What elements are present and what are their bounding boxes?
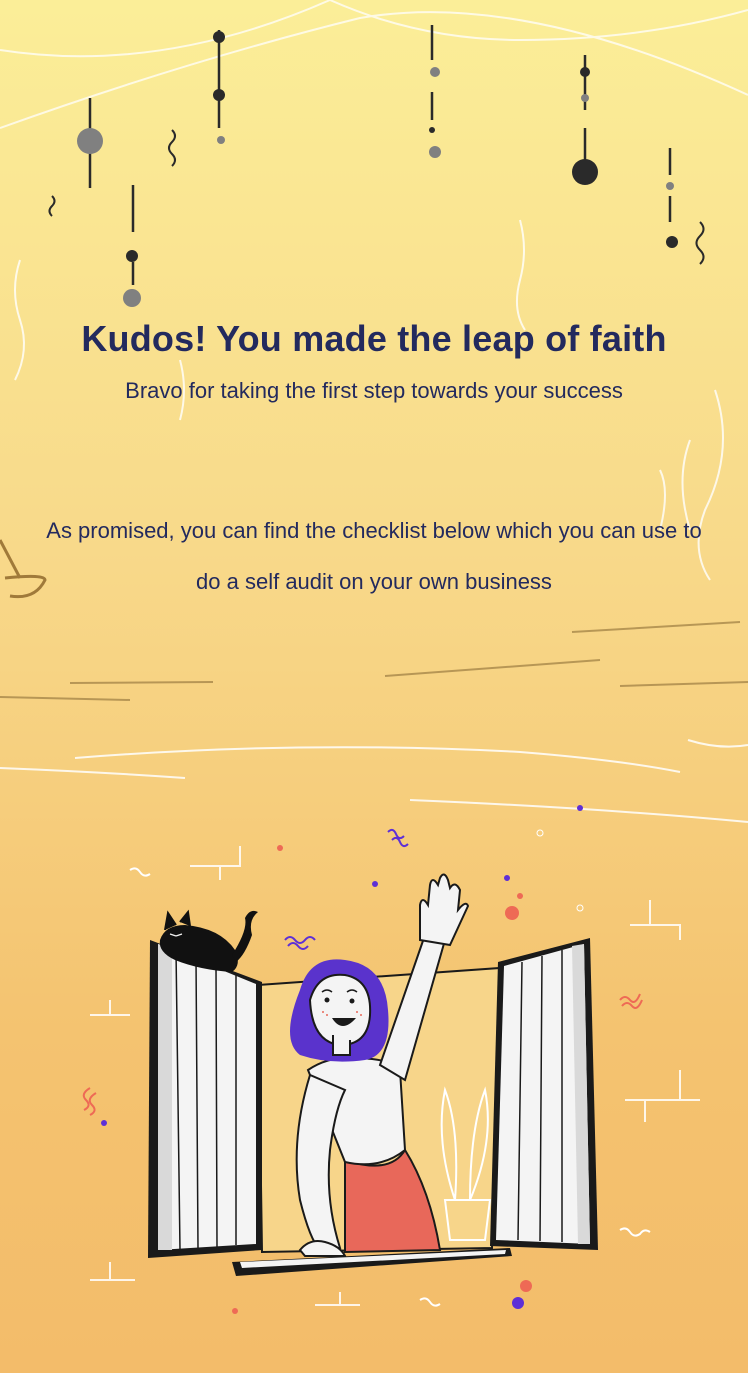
page-title: Kudos! You made the leap of faith: [81, 318, 667, 359]
left-shutter: [148, 940, 262, 1258]
checklist-message: As promised, you can find the checklist …: [46, 518, 702, 594]
right-shutter: [490, 938, 598, 1250]
page-subtitle: Bravo for taking the first step towards …: [125, 378, 623, 403]
hanging-lights: [77, 25, 678, 307]
hero-illustration: [82, 805, 700, 1314]
